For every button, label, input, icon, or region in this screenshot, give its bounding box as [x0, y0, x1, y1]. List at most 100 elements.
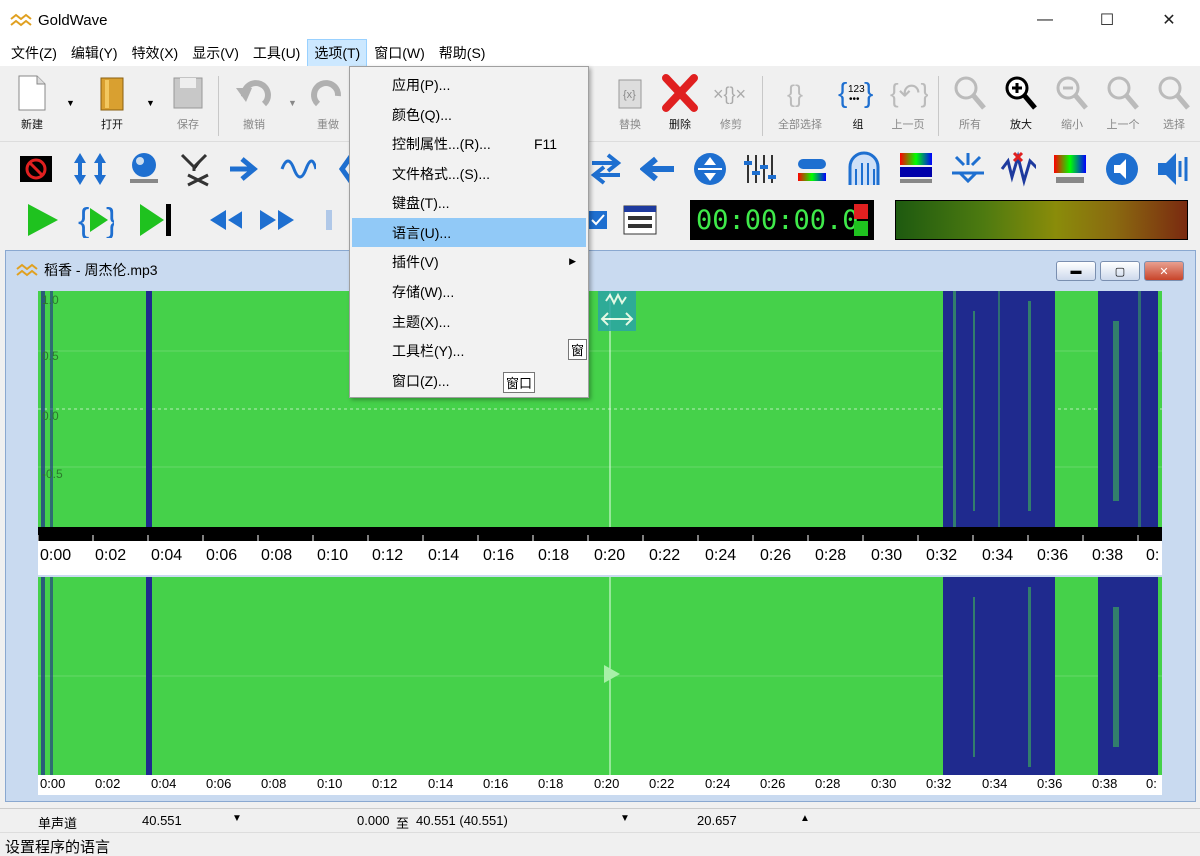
minimize-button[interactable]: — [1014, 0, 1076, 40]
axis-label: -0.5 [42, 467, 63, 481]
menu-tools[interactable]: 工具(U) [246, 39, 307, 67]
menu-item-label: 插件(V) [392, 253, 439, 270]
selection-marker[interactable] [598, 291, 636, 331]
wave-effect-icon[interactable] [280, 151, 316, 187]
select-all-button[interactable]: {} 全部选择 [770, 74, 830, 138]
file-length: 40.551 [142, 813, 182, 828]
compressor-icon[interactable] [794, 151, 830, 187]
doc-close-button[interactable]: ✕ [1144, 261, 1184, 281]
open-dropdown-icon[interactable]: ▼ [146, 98, 155, 108]
menu-item-file-formats[interactable]: 文件格式...(S)... [352, 159, 586, 188]
pop-click-remove-icon[interactable] [1000, 151, 1036, 187]
redo-button[interactable]: 重做 [300, 74, 356, 138]
volume-level-meter [895, 200, 1188, 240]
time-tick: 0:12 [372, 776, 398, 791]
time-tick: 0:32 [926, 776, 952, 791]
time-tick: 0:20 [594, 776, 620, 791]
time-display-text: 00:00:00.0 [696, 204, 859, 236]
waveform-channel-1[interactable]: 1.0 0.5 0.0 -0.5 [38, 291, 1162, 527]
close-icon: ✕ [1159, 265, 1169, 278]
open-button[interactable]: 打开 [84, 74, 140, 138]
save-disk-icon [173, 77, 203, 109]
menu-item-theme[interactable]: 主题(X)... [352, 307, 586, 336]
change-pitch-icon[interactable] [72, 151, 108, 187]
doc-minimize-button[interactable]: ▬ [1056, 261, 1096, 281]
menu-item-colors[interactable]: 颜色(Q)... [352, 100, 586, 129]
prev-page-button[interactable]: {↶} 上一页 [880, 74, 936, 138]
menu-help[interactable]: 帮助(S) [432, 39, 493, 67]
undo-button[interactable]: 撤销 [226, 74, 282, 138]
menu-item-plugins[interactable]: 插件(V) ▶ [352, 247, 586, 276]
swap-channels-icon[interactable] [588, 151, 624, 187]
menu-item-toolbar[interactable]: 工具栏(Y)... [352, 336, 586, 365]
rewind-icon[interactable] [206, 202, 242, 238]
submenu-arrow-icon: ▶ [569, 256, 576, 266]
new-dropdown-icon[interactable]: ▼ [66, 98, 75, 108]
merge-effect-icon[interactable] [228, 151, 264, 187]
zoom-out-button[interactable]: 缩小 [1044, 74, 1100, 138]
waveform-channel-2[interactable] [38, 577, 1162, 775]
position-up-icon[interactable]: ▲ [800, 813, 810, 824]
filter-effect-icon[interactable] [178, 151, 214, 187]
time-ruler-bottom[interactable]: 0:00 0:02 0:04 0:06 0:08 0:10 0:12 0:14 … [38, 775, 1162, 795]
undo-dropdown-icon[interactable]: ▼ [288, 98, 297, 108]
spectrum-filter-icon[interactable] [898, 151, 934, 187]
speaker-icon[interactable] [1154, 151, 1190, 187]
delete-button[interactable]: 删除 [652, 74, 708, 138]
equalizer-icon[interactable] [742, 151, 778, 187]
doc-restore-button[interactable]: ▢ [1100, 261, 1140, 281]
time-tick: 0:04 [151, 776, 177, 791]
zoom-select-icon [1158, 76, 1190, 110]
status-message-bar: 设置程序的语言 [0, 832, 1200, 856]
time-tick: 0:36 [1037, 547, 1069, 564]
play-selection-icon[interactable]: {} [78, 202, 114, 238]
noise-reduction-icon[interactable] [950, 151, 986, 187]
time-tick: 0:30 [871, 776, 897, 791]
play-to-end-icon[interactable] [136, 202, 172, 238]
svg-text:•••: ••• [849, 94, 860, 105]
prev-button[interactable]: 上一个 [1095, 74, 1151, 138]
maximize-button[interactable]: ☐ [1076, 0, 1138, 40]
zoom-all-button[interactable]: 所有 [942, 74, 998, 138]
selection-dropdown-icon[interactable]: ▼ [620, 813, 630, 824]
save-button[interactable]: 保存 [160, 74, 216, 138]
fast-forward-icon[interactable] [258, 202, 294, 238]
menu-item-window[interactable]: 窗口(Z)... [352, 366, 586, 395]
document-title: 稻香 - 周杰伦.mp3 [44, 262, 158, 278]
menu-item-preferences[interactable]: 应用(P)... [352, 70, 586, 99]
close-button[interactable]: ✕ [1138, 0, 1200, 40]
play-icon[interactable] [24, 202, 60, 238]
spectrum-icon[interactable] [1052, 151, 1088, 187]
trim-button[interactable]: ×{}× 修剪 [703, 74, 759, 138]
time-ruler-top[interactable]: 0:00 0:02 0:04 0:06 0:08 0:10 0:12 0:14 … [38, 527, 1162, 575]
prev-page-icon: {↶} [890, 78, 928, 108]
length-dropdown-icon[interactable]: ▼ [232, 813, 242, 824]
menu-window[interactable]: 窗口(W) [367, 39, 432, 67]
new-button[interactable]: 新建 [4, 74, 60, 138]
volume-icon[interactable] [1104, 151, 1140, 187]
group-button[interactable]: {} 123 ••• 组 [830, 74, 886, 138]
device-control-icon[interactable] [622, 202, 658, 238]
menu-item-control-properties[interactable]: 控制属性...(R)... F11 [352, 129, 586, 158]
menu-view[interactable]: 显示(V) [185, 39, 246, 67]
reverse-effect-icon[interactable] [640, 151, 676, 187]
select-button[interactable]: 选择 [1146, 74, 1200, 138]
menu-edit[interactable]: 编辑(Y) [64, 39, 125, 67]
menu-item-language[interactable]: 语言(U)... [352, 218, 586, 247]
echo-effect-icon[interactable] [126, 151, 162, 187]
svg-text:×{}×: ×{}× [713, 84, 746, 104]
trim-icon: ×{}× [713, 84, 746, 104]
zoom-in-button[interactable]: 放大 [993, 74, 1049, 138]
stop-effect-icon[interactable] [18, 151, 54, 187]
menu-options[interactable]: 选项(T) [307, 39, 368, 67]
menu-item-label: 文件格式...(S)... [392, 165, 490, 182]
menu-item-storage[interactable]: 存储(W)... [352, 277, 586, 306]
menu-item-keyboard[interactable]: 键盘(T)... [352, 188, 586, 217]
menu-file[interactable]: 文件(Z) [4, 39, 64, 67]
dolby-surround-icon[interactable] [846, 151, 882, 187]
replace-button[interactable]: {x} 替换 [602, 74, 658, 138]
time-tick: 0:18 [538, 547, 570, 564]
menu-effects[interactable]: 特效(X) [125, 39, 186, 67]
volume-fit-icon[interactable] [692, 151, 728, 187]
menu-item-label: 语言(U)... [392, 224, 452, 241]
